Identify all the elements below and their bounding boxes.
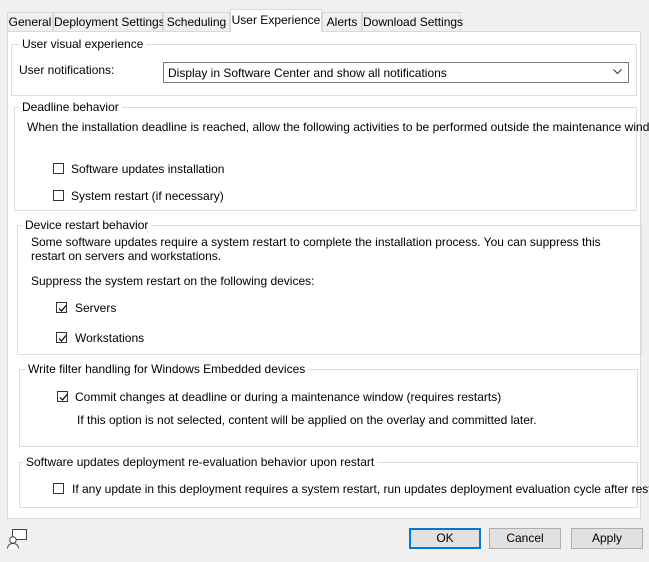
suppress-restart-label: Suppress the system restart on the follo… [31,274,315,288]
device-restart-description: Some software updates require a system r… [31,235,601,263]
workstations-label[interactable]: Workstations [75,331,144,345]
tab-deployment-settings[interactable]: Deployment Settings [53,12,165,31]
deadline-description: When the installation deadline is reache… [27,120,649,134]
deadline-behavior-legend: Deadline behavior [19,100,122,114]
ok-button[interactable]: OK [409,528,481,549]
chevron-down-icon [613,69,622,75]
user-help-icon[interactable] [6,529,28,549]
tab-content-panel: User visual experience User notification… [7,31,649,519]
software-updates-installation-label[interactable]: Software updates installation [71,162,224,176]
reevaluation-label[interactable]: If any update in this deployment require… [72,482,649,496]
tab-user-experience[interactable]: User Experience [230,9,322,32]
system-restart-label[interactable]: System restart (if necessary) [71,189,224,203]
software-updates-installation-checkbox[interactable] [53,163,64,174]
user-notifications-dropdown[interactable]: Display in Software Center and show all … [163,62,629,83]
commit-changes-label[interactable]: Commit changes at deadline or during a m… [75,390,501,404]
reevaluation-legend: Software updates deployment re-evaluatio… [23,455,378,469]
write-filter-note: If this option is not selected, content … [77,413,537,427]
device-restart-behavior-legend: Device restart behavior [22,218,152,232]
check-icon [58,335,67,342]
write-filter-legend: Write filter handling for Windows Embedd… [25,362,309,376]
system-restart-checkbox[interactable] [53,190,64,201]
tab-general[interactable]: General [7,12,53,31]
reevaluation-checkbox[interactable] [53,483,64,494]
user-notifications-label: User notifications: [19,63,115,77]
servers-checkbox[interactable] [56,302,67,313]
cancel-button[interactable]: Cancel [489,528,561,549]
workstations-checkbox[interactable] [56,332,67,343]
apply-button[interactable]: Apply [571,528,643,549]
user-visual-experience-legend: User visual experience [19,37,147,51]
user-notifications-value: Display in Software Center and show all … [168,66,447,80]
check-icon [58,305,67,312]
write-filter-group: Write filter handling for Windows Embedd… [19,362,638,447]
check-icon [59,394,68,401]
commit-changes-checkbox[interactable] [57,391,68,402]
tab-alerts[interactable]: Alerts [322,12,362,31]
tab-scheduling[interactable]: Scheduling [163,12,230,31]
tab-download-settings[interactable]: Download Settings [362,12,463,31]
servers-label[interactable]: Servers [75,301,116,315]
